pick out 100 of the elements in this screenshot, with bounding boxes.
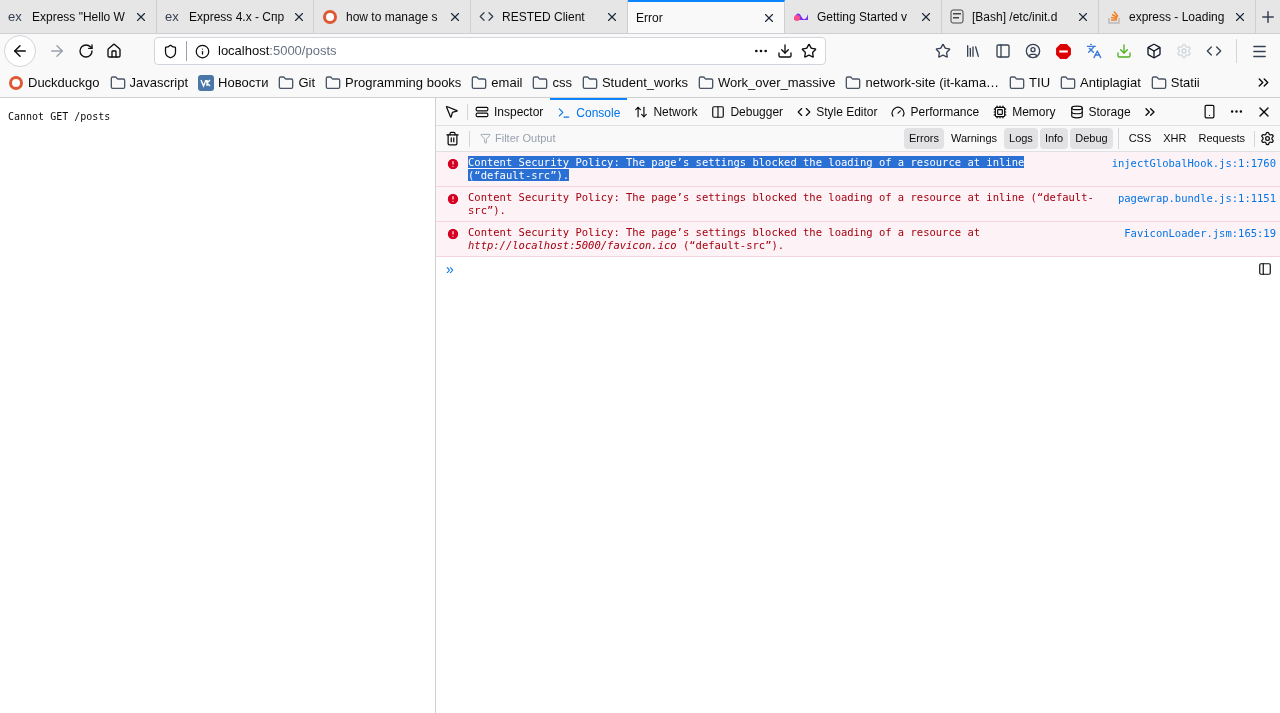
- stack-icon: [1107, 9, 1121, 24]
- devtools-tab[interactable]: Style Editor: [790, 98, 885, 125]
- settings-icon[interactable]: [1260, 131, 1275, 146]
- bookmark-link[interactable]: TIU: [1029, 72, 1051, 93]
- devtools-tab[interactable]: Memory: [986, 98, 1063, 125]
- folder-icon: [532, 74, 549, 91]
- ex-logo-icon: ex: [165, 10, 181, 23]
- type-filter[interactable]: CSS: [1123, 128, 1157, 149]
- devtools-tab[interactable]: Network: [627, 98, 705, 125]
- download-icon[interactable]: [1116, 43, 1132, 59]
- cube-icon[interactable]: [1146, 43, 1162, 59]
- browser-tab[interactable]: ex Express "Hello W: [0, 0, 157, 33]
- message-text: Content Security Policy: The page’s settings blocked the loading of a resource at inline (“default-src”).: [468, 156, 1026, 182]
- level-filter[interactable]: Info: [1039, 128, 1069, 149]
- browser-tab[interactable]: ex Express 4.x - Спр: [157, 0, 314, 33]
- folder-icon: [109, 74, 126, 91]
- bookmark-link[interactable]: Work_over_massive: [717, 72, 836, 93]
- tab-title: express - Loading: [1129, 8, 1225, 26]
- library-icon[interactable]: [965, 43, 981, 59]
- browser-tab[interactable]: [Bash] /etc/init.d: [942, 0, 1099, 33]
- code-icon[interactable]: [1206, 43, 1222, 59]
- sidebar-icon[interactable]: [995, 43, 1011, 59]
- tab-title: [Bash] /etc/init.d: [972, 8, 1059, 26]
- duck-logo-icon: [8, 74, 24, 91]
- browser-tab[interactable]: Getting Started v: [785, 0, 942, 33]
- bookmark-link[interactable]: Statii: [1170, 72, 1200, 93]
- duck-logo-icon: [322, 8, 338, 25]
- home-icon[interactable]: [106, 43, 122, 59]
- level-filter[interactable]: Warnings: [945, 128, 1002, 149]
- star-icon[interactable]: [935, 43, 951, 59]
- document-icon: [950, 9, 964, 24]
- adblock-icon[interactable]: [1055, 42, 1072, 60]
- source-link[interactable]: injectGlobalHook.js:1:1760: [1111, 156, 1276, 172]
- browser-tab[interactable]: how to manage s: [314, 0, 471, 33]
- gauge-icon: [891, 104, 906, 119]
- level-filter[interactable]: Errors: [904, 128, 944, 149]
- bookmark-link[interactable]: Student_works: [601, 72, 688, 93]
- reload-icon[interactable]: [78, 43, 94, 59]
- source-link[interactable]: FaviconLoader.jsm:165:19: [1124, 226, 1276, 242]
- shield-icon: [163, 43, 178, 59]
- vk-logo-icon: [198, 74, 215, 91]
- type-filter[interactable]: XHR: [1158, 128, 1192, 149]
- translate-icon[interactable]: [1086, 43, 1102, 59]
- bookmark-link[interactable]: email: [491, 72, 523, 93]
- folder-icon: [697, 74, 714, 91]
- picker-icon[interactable]: [444, 104, 459, 119]
- trash-icon[interactable]: [445, 131, 460, 146]
- source-link[interactable]: pagewrap.bundle.js:1:1151: [1117, 191, 1276, 207]
- folder-icon: [845, 74, 862, 91]
- bookmark-link[interactable]: Programming books: [345, 72, 462, 93]
- type-filter[interactable]: Requests: [1193, 128, 1250, 149]
- terminal-icon: [557, 105, 572, 120]
- tab-title: Error: [636, 9, 664, 27]
- arrows-icon: [634, 104, 649, 119]
- prompt-chevron: »: [446, 259, 454, 279]
- bookmark-link[interactable]: network-site (it-kama…: [865, 72, 1000, 93]
- tab-title: Express "Hello W: [32, 8, 126, 26]
- devtools-tab[interactable]: Storage: [1062, 98, 1138, 125]
- folder-icon: [1060, 74, 1077, 91]
- tab-title: how to manage s: [346, 8, 439, 26]
- folder-icon: [581, 74, 598, 91]
- page-text: Cannot GET /posts: [8, 111, 111, 122]
- star-icon[interactable]: [801, 43, 817, 59]
- code-icon: [479, 9, 494, 24]
- back-button[interactable]: [4, 35, 36, 67]
- folder-icon: [325, 74, 342, 91]
- url-text: localhost:5000/posts: [218, 42, 338, 61]
- bookmark-link[interactable]: Duckduckgo: [28, 72, 100, 93]
- account-icon[interactable]: [1025, 43, 1041, 59]
- error-icon: [446, 157, 460, 171]
- devtools-tab[interactable]: Performance: [884, 98, 987, 125]
- panel-icon: [711, 104, 726, 119]
- bookmark-link[interactable]: Git: [298, 72, 316, 93]
- devtools-tab[interactable]: Inspector: [468, 98, 551, 125]
- bookmark-link[interactable]: Antiplagiat: [1080, 72, 1141, 93]
- folder-icon: [471, 74, 488, 91]
- browser-tab[interactable]: Error: [628, 0, 785, 33]
- database-icon: [1069, 104, 1084, 119]
- message-text: Content Security Policy: The page’s settings blocked the loading of a resource at http://localhost:5000/favicon.ico (“default-src”).: [468, 226, 982, 252]
- bookmark-link[interactable]: css: [552, 72, 572, 93]
- info-icon: [195, 43, 210, 59]
- responsive-icon[interactable]: [1202, 104, 1217, 119]
- filter-field[interactable]: Filter Output: [495, 130, 695, 147]
- tab-title: Express 4.x - Спр: [189, 8, 285, 26]
- tab-title: RESTED Client: [502, 8, 586, 26]
- filter-icon: [480, 133, 491, 144]
- folder-icon: [1150, 74, 1167, 91]
- tab-title: Getting Started v: [817, 8, 909, 26]
- sidebar-icon[interactable]: [1258, 262, 1272, 276]
- browser-tab[interactable]: express - Loading: [1099, 0, 1256, 33]
- devtools-tab[interactable]: Debugger: [704, 98, 791, 125]
- ex-logo-icon: ex: [8, 10, 24, 23]
- bookmark-link[interactable]: Javascript: [129, 72, 189, 93]
- bookmark-link[interactable]: Новости: [218, 72, 269, 93]
- level-filter[interactable]: Debug: [1070, 128, 1113, 149]
- address-bar[interactable]: localhost:5000/posts: [154, 37, 826, 65]
- error-icon: [446, 227, 460, 241]
- folder-icon: [278, 74, 295, 91]
- chip-icon: [993, 104, 1008, 119]
- level-filter[interactable]: Logs: [1004, 128, 1038, 149]
